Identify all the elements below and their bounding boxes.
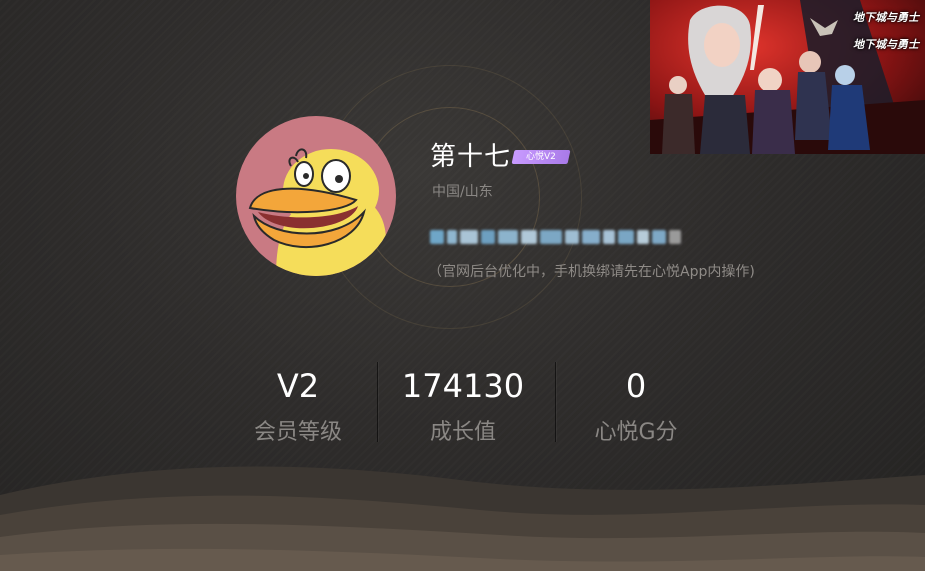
stat-label: 心悦G分 <box>594 420 678 445</box>
stat-label: 会员等级 <box>253 420 342 445</box>
user-location: 中国/山东 <box>432 184 493 200</box>
phone-rebind-notice: （官网后台优化中，手机换绑请先在心悦App内操作) <box>428 264 755 280</box>
username: 第十七 <box>430 142 512 172</box>
decorative-waves <box>0 466 925 571</box>
vip-badge-label: 心悦V2 <box>526 152 556 162</box>
vip-level-badge: 心悦V2 <box>511 150 571 164</box>
stat-growth-value: 174130 成长值 <box>383 360 543 450</box>
redacted-phone-number <box>430 226 688 248</box>
game-logo-bottom: 地下城与勇士 <box>853 38 919 51</box>
stat-g-points: 0 心悦G分 <box>556 360 716 450</box>
game-logo-top: 地下城与勇士 <box>853 11 919 24</box>
stat-value: V2 <box>276 367 320 405</box>
stats-panel: V2 会员等级 174130 成长值 0 心悦G分 <box>218 360 708 450</box>
stat-value: 0 <box>625 367 647 405</box>
stat-value: 174130 <box>401 367 525 405</box>
stat-divider <box>377 362 378 442</box>
game-promo-banner[interactable]: 地下城与勇士 地下城与勇士 <box>650 0 925 154</box>
duck-avatar-icon <box>236 116 396 276</box>
stat-member-level: V2 会员等级 <box>218 360 378 450</box>
avatar[interactable] <box>236 116 396 276</box>
stat-label: 成长值 <box>429 420 496 445</box>
